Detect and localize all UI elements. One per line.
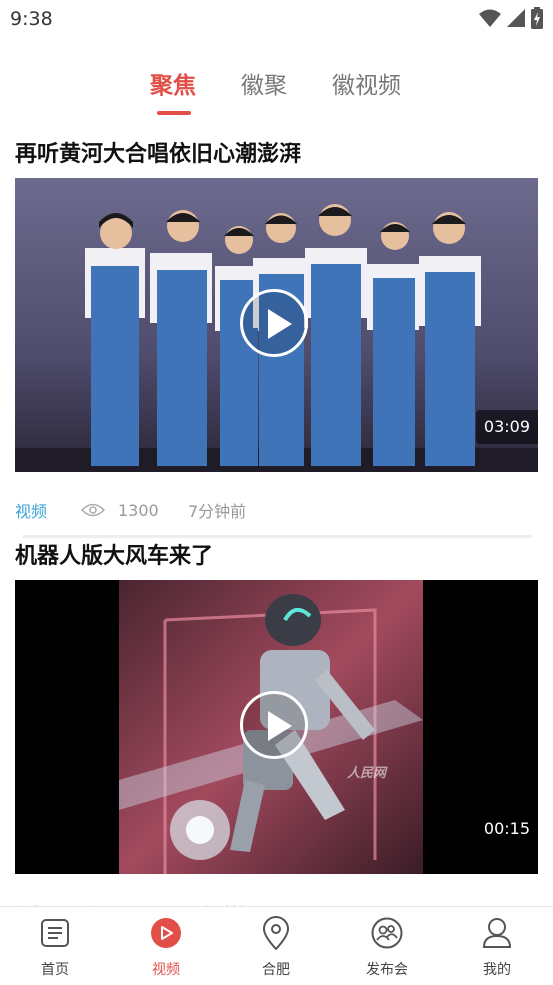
location-pin-icon — [262, 916, 290, 950]
watermark-text: 人民网 — [347, 765, 388, 781]
nav-label: 首页 — [41, 962, 69, 978]
nav-press-conference[interactable]: 发布会 — [347, 915, 427, 979]
nav-label: 视频 — [152, 962, 180, 978]
video-title[interactable]: 再听黄河大合唱依旧心潮澎湃 — [15, 140, 538, 174]
nav-label: 合肥 — [262, 962, 290, 978]
nav-video[interactable]: 视频 — [126, 915, 206, 979]
video-duration: 00:15 — [483, 819, 530, 838]
status-bar: 9:38 — [0, 0, 553, 38]
video-thumbnail[interactable]: 03:09 — [15, 178, 538, 472]
video-card[interactable]: 机器人版大风车来了 人民网 00:15 — [15, 542, 538, 923]
nav-label: 发布会 — [366, 962, 408, 978]
video-thumbnail[interactable]: 人民网 00:15 — [15, 580, 538, 874]
people-group-icon — [371, 917, 403, 949]
video-duration: 03:09 — [475, 410, 538, 444]
play-icon[interactable] — [240, 691, 308, 759]
video-title[interactable]: 机器人版大风车来了 — [15, 542, 538, 576]
bottom-nav: 首页 视频 合肥 发布会 我的 — [0, 906, 553, 985]
signal-icon — [507, 9, 525, 27]
tab-focus[interactable]: 聚焦 — [150, 66, 196, 100]
category-tag[interactable]: 视频 — [15, 498, 81, 522]
active-tab-indicator — [157, 111, 191, 115]
nav-hefei[interactable]: 合肥 — [236, 915, 316, 979]
tab-hui-ju[interactable]: 徽聚 — [241, 66, 287, 100]
nav-mine[interactable]: 我的 — [457, 915, 537, 979]
publish-time: 7分钟前 — [188, 502, 247, 521]
status-time: 9:38 — [10, 8, 53, 30]
wifi-icon — [479, 9, 501, 27]
nav-label: 我的 — [483, 962, 511, 978]
view-count: 1300 — [118, 500, 159, 520]
battery-icon — [531, 7, 543, 29]
video-play-icon — [151, 918, 181, 948]
nav-home[interactable]: 首页 — [15, 915, 95, 979]
top-tabs: 聚焦 徽聚 徽视频 — [0, 60, 553, 120]
play-icon[interactable] — [240, 289, 308, 357]
card-divider — [22, 535, 532, 538]
video-meta: 视频 1300 7分钟前 — [15, 498, 246, 522]
news-icon — [41, 919, 69, 947]
status-icons — [479, 7, 543, 29]
user-icon — [482, 918, 512, 948]
eye-icon — [81, 503, 105, 517]
tab-hui-video[interactable]: 徽视频 — [332, 66, 401, 100]
video-card[interactable]: 再听黄河大合唱依旧心潮澎湃 03:09 视频 1300 7分钟前 — [15, 140, 538, 538]
